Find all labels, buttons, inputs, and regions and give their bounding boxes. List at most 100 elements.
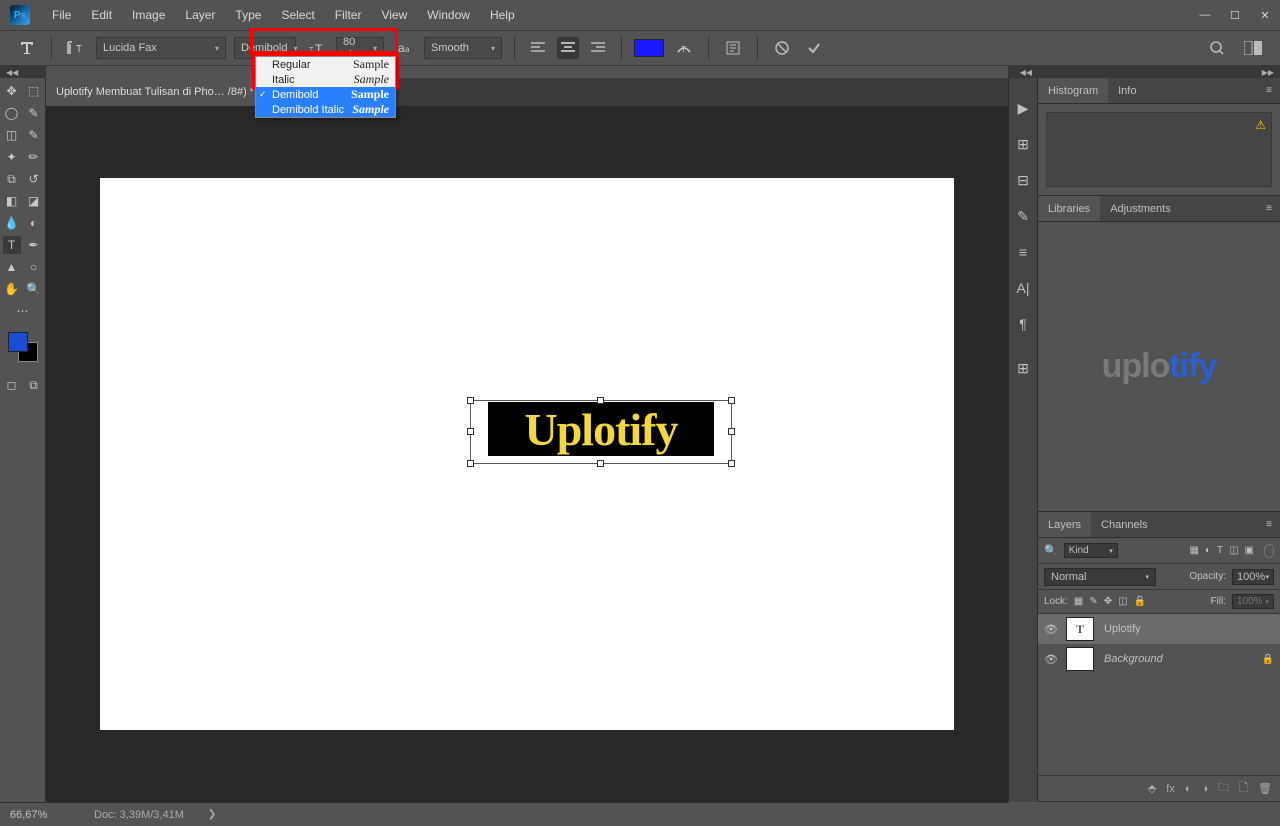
text-color-swatch[interactable] bbox=[634, 39, 664, 57]
workspace-button[interactable] bbox=[1241, 37, 1265, 59]
filter-kind-combo[interactable]: Kind▾ bbox=[1064, 543, 1118, 558]
marquee-tool[interactable]: ⬚ bbox=[25, 82, 43, 100]
panel-menu-icon[interactable]: ≡ bbox=[1258, 519, 1280, 530]
menu-edit[interactable]: Edit bbox=[81, 2, 122, 28]
play-icon[interactable]: ▶ bbox=[1013, 98, 1033, 118]
paragraph-icon2[interactable]: ¶ bbox=[1013, 314, 1033, 334]
character-icon[interactable]: A| bbox=[1013, 278, 1033, 298]
clone-tool[interactable]: ⧉ bbox=[3, 170, 21, 188]
path-select-tool[interactable]: ▲ bbox=[3, 258, 21, 276]
filter-search-icon[interactable]: 🔍 bbox=[1044, 544, 1058, 557]
info-expand-icon[interactable]: ❯ bbox=[208, 809, 216, 820]
swatches-icon[interactable]: ⊞ bbox=[1013, 134, 1033, 154]
filter-pixel-icon[interactable]: ▦ bbox=[1189, 545, 1198, 556]
align-left-button[interactable] bbox=[527, 37, 549, 59]
window-minimize[interactable]: — bbox=[1190, 0, 1220, 30]
crop-tool[interactable]: ◫ bbox=[3, 126, 21, 144]
blur-tool[interactable]: 💧 bbox=[3, 214, 21, 232]
opacity-value[interactable]: 100%▾ bbox=[1232, 569, 1274, 585]
filter-shape-icon[interactable]: ◫ bbox=[1229, 545, 1238, 556]
search-icon[interactable] bbox=[1205, 37, 1229, 59]
visibility-toggle[interactable]: 👁 bbox=[1044, 653, 1056, 666]
layer-item-uplotify[interactable]: 👁 T Uplotify bbox=[1038, 614, 1280, 644]
lock-transparent-icon[interactable]: ▦ bbox=[1074, 596, 1083, 607]
text-orientation-icon[interactable]: T bbox=[64, 36, 88, 60]
mask-icon[interactable]: ◐ bbox=[1185, 783, 1192, 795]
delete-layer-icon[interactable]: 🗑 bbox=[1258, 782, 1272, 795]
foreground-color[interactable] bbox=[8, 332, 28, 352]
right-iconbar-collapse[interactable]: ◀◀ bbox=[1008, 66, 1038, 78]
warp-text-button[interactable]: T bbox=[672, 37, 696, 59]
menu-select[interactable]: Select bbox=[271, 2, 324, 28]
move-tool[interactable]: ✥ bbox=[3, 82, 21, 100]
menu-layer[interactable]: Layer bbox=[175, 2, 225, 28]
style-option-demibold[interactable]: ✓ Demibold Sample bbox=[256, 87, 395, 102]
glyphs-icon[interactable]: ⊞ bbox=[1013, 358, 1033, 378]
tab-histogram[interactable]: Histogram bbox=[1038, 78, 1108, 103]
style-option-regular[interactable]: Regular Sample bbox=[256, 57, 395, 72]
handle-b[interactable] bbox=[597, 460, 604, 467]
brush-settings-icon[interactable]: ✎ bbox=[1013, 206, 1033, 226]
document-tab[interactable]: Uplotify Membuat Tulisan di Pho… /8#) * … bbox=[46, 78, 281, 106]
canvas-viewport[interactable]: Uplotify bbox=[46, 106, 1008, 802]
dodge-tool[interactable]: ◐ bbox=[25, 214, 43, 232]
window-close[interactable]: ✕ bbox=[1250, 0, 1280, 30]
canvas[interactable]: Uplotify bbox=[100, 178, 954, 730]
blend-mode-combo[interactable]: Normal▾ bbox=[1044, 568, 1156, 586]
tab-info[interactable]: Info bbox=[1108, 78, 1146, 103]
handle-br[interactable] bbox=[728, 460, 735, 467]
tab-libraries[interactable]: Libraries bbox=[1038, 196, 1100, 221]
pen-tool[interactable]: ✒ bbox=[25, 236, 43, 254]
handle-r[interactable] bbox=[728, 428, 735, 435]
panel-menu-icon[interactable]: ≡ bbox=[1258, 203, 1280, 214]
menu-type[interactable]: Type bbox=[225, 2, 271, 28]
gradient-tool[interactable]: ◪ bbox=[25, 192, 43, 210]
quick-select-tool[interactable]: ✎ bbox=[25, 104, 43, 122]
actions-icon[interactable]: ⊟ bbox=[1013, 170, 1033, 190]
handle-bl[interactable] bbox=[467, 460, 474, 467]
handle-t[interactable] bbox=[597, 397, 604, 404]
type-tool[interactable]: T bbox=[3, 236, 21, 254]
handle-tl[interactable] bbox=[467, 397, 474, 404]
align-center-button[interactable] bbox=[557, 37, 579, 59]
lock-position-icon[interactable]: ✥ bbox=[1104, 596, 1112, 607]
adjustment-layer-icon[interactable]: ◑ bbox=[1202, 783, 1209, 795]
align-right-button[interactable] bbox=[587, 37, 609, 59]
right-panel-collapse[interactable]: ▶▶ bbox=[1038, 66, 1280, 78]
filter-adjust-icon[interactable]: ◐ bbox=[1205, 545, 1211, 556]
lock-all-icon[interactable]: 🔒 bbox=[1134, 596, 1146, 607]
text-transform-box[interactable]: Uplotify bbox=[470, 400, 732, 464]
lock-artboard-icon[interactable]: ◫ bbox=[1118, 596, 1127, 607]
character-panel-button[interactable] bbox=[721, 37, 745, 59]
hand-tool[interactable]: ✋ bbox=[3, 280, 21, 298]
link-layers-icon[interactable]: ⬘ bbox=[1148, 782, 1156, 795]
doc-info[interactable]: Doc: 3,39M/3,41M bbox=[94, 809, 184, 821]
tool-panel-collapse[interactable]: ◀◀ bbox=[0, 66, 46, 78]
menu-image[interactable]: Image bbox=[122, 2, 175, 28]
filter-smart-icon[interactable]: ▣ bbox=[1245, 545, 1254, 556]
history-brush-tool[interactable]: ↺ bbox=[25, 170, 43, 188]
spot-heal-tool[interactable]: ✦ bbox=[3, 148, 21, 166]
filter-type-icon[interactable]: T bbox=[1217, 545, 1223, 556]
menu-window[interactable]: Window bbox=[417, 2, 480, 28]
eyedropper-tool[interactable]: ✎ bbox=[25, 126, 43, 144]
panel-menu-icon[interactable]: ≡ bbox=[1258, 85, 1280, 96]
visibility-toggle[interactable]: 👁 bbox=[1044, 623, 1056, 636]
group-icon[interactable]: 🗀 bbox=[1218, 779, 1229, 798]
handle-tr[interactable] bbox=[728, 397, 735, 404]
antialias-combo[interactable]: Smooth ▾ bbox=[424, 37, 502, 59]
window-maximize[interactable]: ☐ bbox=[1220, 0, 1250, 30]
paragraph-icon[interactable]: ≡ bbox=[1013, 242, 1033, 262]
font-family-combo[interactable]: Lucida Fax ▾ bbox=[96, 37, 226, 59]
handle-l[interactable] bbox=[467, 428, 474, 435]
new-layer-icon[interactable]: 🗋 bbox=[1239, 779, 1248, 798]
lock-brush-icon[interactable]: ✎ bbox=[1089, 596, 1097, 607]
menu-help[interactable]: Help bbox=[480, 2, 525, 28]
tab-adjustments[interactable]: Adjustments bbox=[1100, 196, 1181, 221]
menu-view[interactable]: View bbox=[371, 2, 417, 28]
cancel-edit-button[interactable] bbox=[770, 37, 794, 59]
more-tools[interactable]: ⋯ bbox=[14, 302, 32, 320]
tab-layers[interactable]: Layers bbox=[1038, 512, 1091, 537]
fill-value[interactable]: 100%▾ bbox=[1232, 594, 1274, 609]
warning-icon[interactable]: ⚠ bbox=[1255, 118, 1266, 132]
